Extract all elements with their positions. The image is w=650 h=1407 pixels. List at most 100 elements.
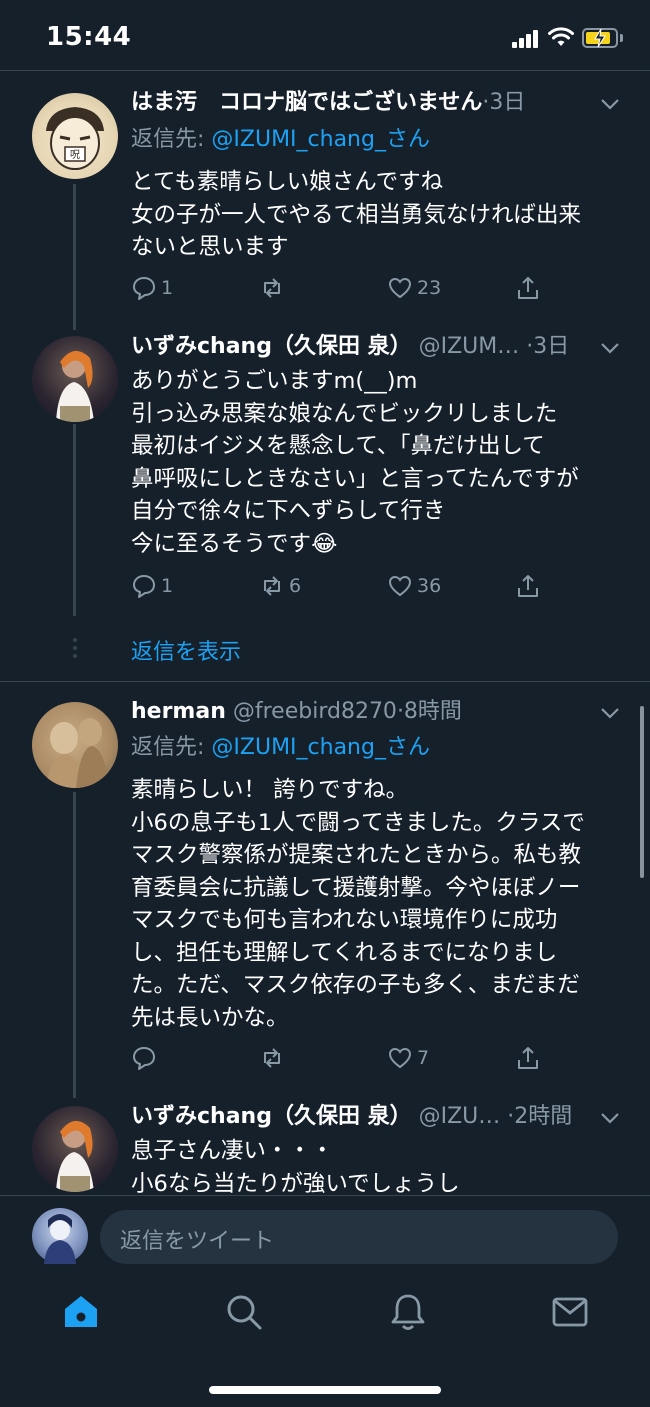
timestamp[interactable]: ·2時間 [500,1104,572,1129]
chevron-down-icon[interactable] [600,1111,620,1125]
like-count: 23 [417,277,442,299]
text-line: 先は長いかな。 [131,1004,289,1031]
heart-icon [388,1047,412,1069]
mention-link[interactable]: @IZUMI_chang_さん [211,127,430,152]
thread-line [73,424,76,616]
text-line: 今に至るそうです😂 [131,530,338,557]
timestamp[interactable]: ·3日 [519,334,569,359]
display-name[interactable]: はま汚 コロナ脳ではございません [131,90,482,115]
show-replies-link[interactable]: 返信を表示 [131,634,241,666]
mention-link[interactable]: @IZUMI_chang_さん [211,735,430,760]
status-time: 15:44 [46,22,132,52]
reply-to: 返信先: @IZUMI_chang_さん [131,732,430,764]
display-name[interactable]: いずみchang（久保田 泉） [131,334,412,359]
text-line: 女の子が一人でやるて相当勇気なければ出来 [131,201,582,228]
tweet-header: herman @freebird8270·8時間 [131,695,620,729]
composer-placeholder: 返信をツイート [120,1229,275,1254]
more-replies-dots [72,638,78,658]
text-line: た。ただ、マスク依存の子も多く、まだまだ [131,972,580,998]
reply-icon [133,1047,155,1070]
avatar[interactable]: 呪 [32,93,118,179]
text-line: ありがとうごいますm(__)m [131,368,418,394]
avatar-illustration [44,1214,76,1264]
share-icon [518,1047,538,1069]
tweet-text: 息子さん凄い・・・ 小6なら当たりが強いでしょうし [131,1135,621,1200]
text-line: 自分で徐々に下へずらして行き [131,498,446,524]
chevron-down-icon[interactable] [600,706,620,720]
like-count: 7 [417,1047,430,1069]
retweet-count: 6 [289,575,302,597]
retweet-button[interactable]: 6 [259,571,301,601]
reply-button[interactable]: 1 [131,571,173,601]
text-line: 最初はイジメを懸念して、「鼻だけ出して [131,433,545,459]
reply-prefix: 返信先: [131,127,212,152]
share-button[interactable] [515,571,541,601]
charging-bolt-icon [594,28,606,48]
like-button[interactable]: 7 [387,1043,429,1073]
tweet-actions: 1 23 [131,273,551,303]
bottom-panel: 返信をツイート [0,1195,650,1407]
text-line: とても素晴らしい娘さんですね [131,169,444,195]
text-line: 引っ込み思案な娘なんでビックリしました [131,400,558,427]
reply-icon [133,277,155,300]
reply-composer-input[interactable]: 返信をツイート [100,1210,618,1264]
share-icon [518,277,538,299]
text-line: 小6の息子も1人で闘ってきました。クラスで [131,809,585,836]
home-icon[interactable] [61,1292,101,1332]
chevron-down-icon[interactable] [600,341,620,355]
avatar[interactable] [32,336,118,422]
share-button[interactable] [515,1043,541,1073]
avatar[interactable] [32,702,118,788]
avatar[interactable] [32,1106,118,1192]
tweet-actions: 7 [131,1043,551,1073]
status-bar: 15:44 [0,0,650,70]
current-user-avatar[interactable] [32,1208,88,1264]
tweet-text: ありがとうごいますm(__)m 引っ込み思案な娘なんでビックリしました 最初はイ… [131,365,621,560]
text-line: 息子さん凄い・・・ [131,1138,334,1164]
wifi-icon [548,27,574,46]
retweet-button[interactable] [259,1043,285,1073]
reply-count: 1 [161,575,174,597]
retweet-icon [264,1048,280,1068]
scrollbar[interactable] [640,706,644,878]
tweet-header: はま汚 コロナ脳ではございません·3日 [131,86,620,120]
chevron-down-icon[interactable] [600,97,620,111]
share-icon [518,575,538,597]
search-icon[interactable] [224,1292,264,1332]
share-button[interactable] [515,273,541,303]
handle[interactable]: @IZU… [412,1104,501,1129]
heart-icon [388,575,412,597]
text-line: マスク警察係が提案されたときから。私も教 [131,842,582,868]
reply-button[interactable] [131,1043,157,1073]
tweet-text: とても素晴らしい娘さんですね 女の子が一人でやるて相当勇気なければ出来 ないと思… [131,166,621,264]
notifications-icon[interactable] [388,1292,428,1332]
thread-line [73,792,76,1098]
svg-text:呪: 呪 [70,150,80,161]
display-name[interactable]: いずみchang（久保田 泉） [131,1104,412,1129]
timestamp[interactable]: ·8時間 [397,699,462,724]
text-line: 素晴らしい！ 誇りですね。 [131,777,409,803]
tweet-header: いずみchang（久保田 泉） @IZUM… ·3日 [131,330,620,364]
app-screen: 15:44 呪 はま汚 コロナ脳ではございません·3日 返信先: @IZUMI_… [0,0,650,1407]
like-button[interactable]: 23 [387,273,441,303]
thread-line [73,184,76,330]
retweet-button[interactable] [259,273,289,303]
avatar-illustration [56,1120,94,1192]
avatar-illustration [46,718,108,788]
avatar-illustration: 呪 [46,107,104,170]
like-button[interactable]: 36 [387,571,441,601]
timestamp[interactable]: ·3日 [482,90,525,115]
handle[interactable]: @IZUM… [412,334,520,359]
display-name[interactable]: herman [131,699,226,724]
handle[interactable]: @freebird8270 [226,699,397,724]
like-count: 36 [417,575,442,597]
text-line: マスクでも何も言われない環境作りに成功 [131,907,558,933]
divider [0,681,650,682]
reply-button[interactable]: 1 [131,273,173,303]
tweet-actions: 1 6 36 [131,571,551,601]
messages-icon[interactable] [550,1292,590,1332]
tweet-text: 素晴らしい！ 誇りですね。 小6の息子も1人で闘ってきました。クラスで マスク警… [131,774,621,1034]
tweet-header: いずみchang（久保田 泉） @IZU… ·2時間 [131,1100,620,1134]
reply-prefix: 返信先: [131,735,212,760]
home-indicator[interactable] [209,1386,441,1394]
